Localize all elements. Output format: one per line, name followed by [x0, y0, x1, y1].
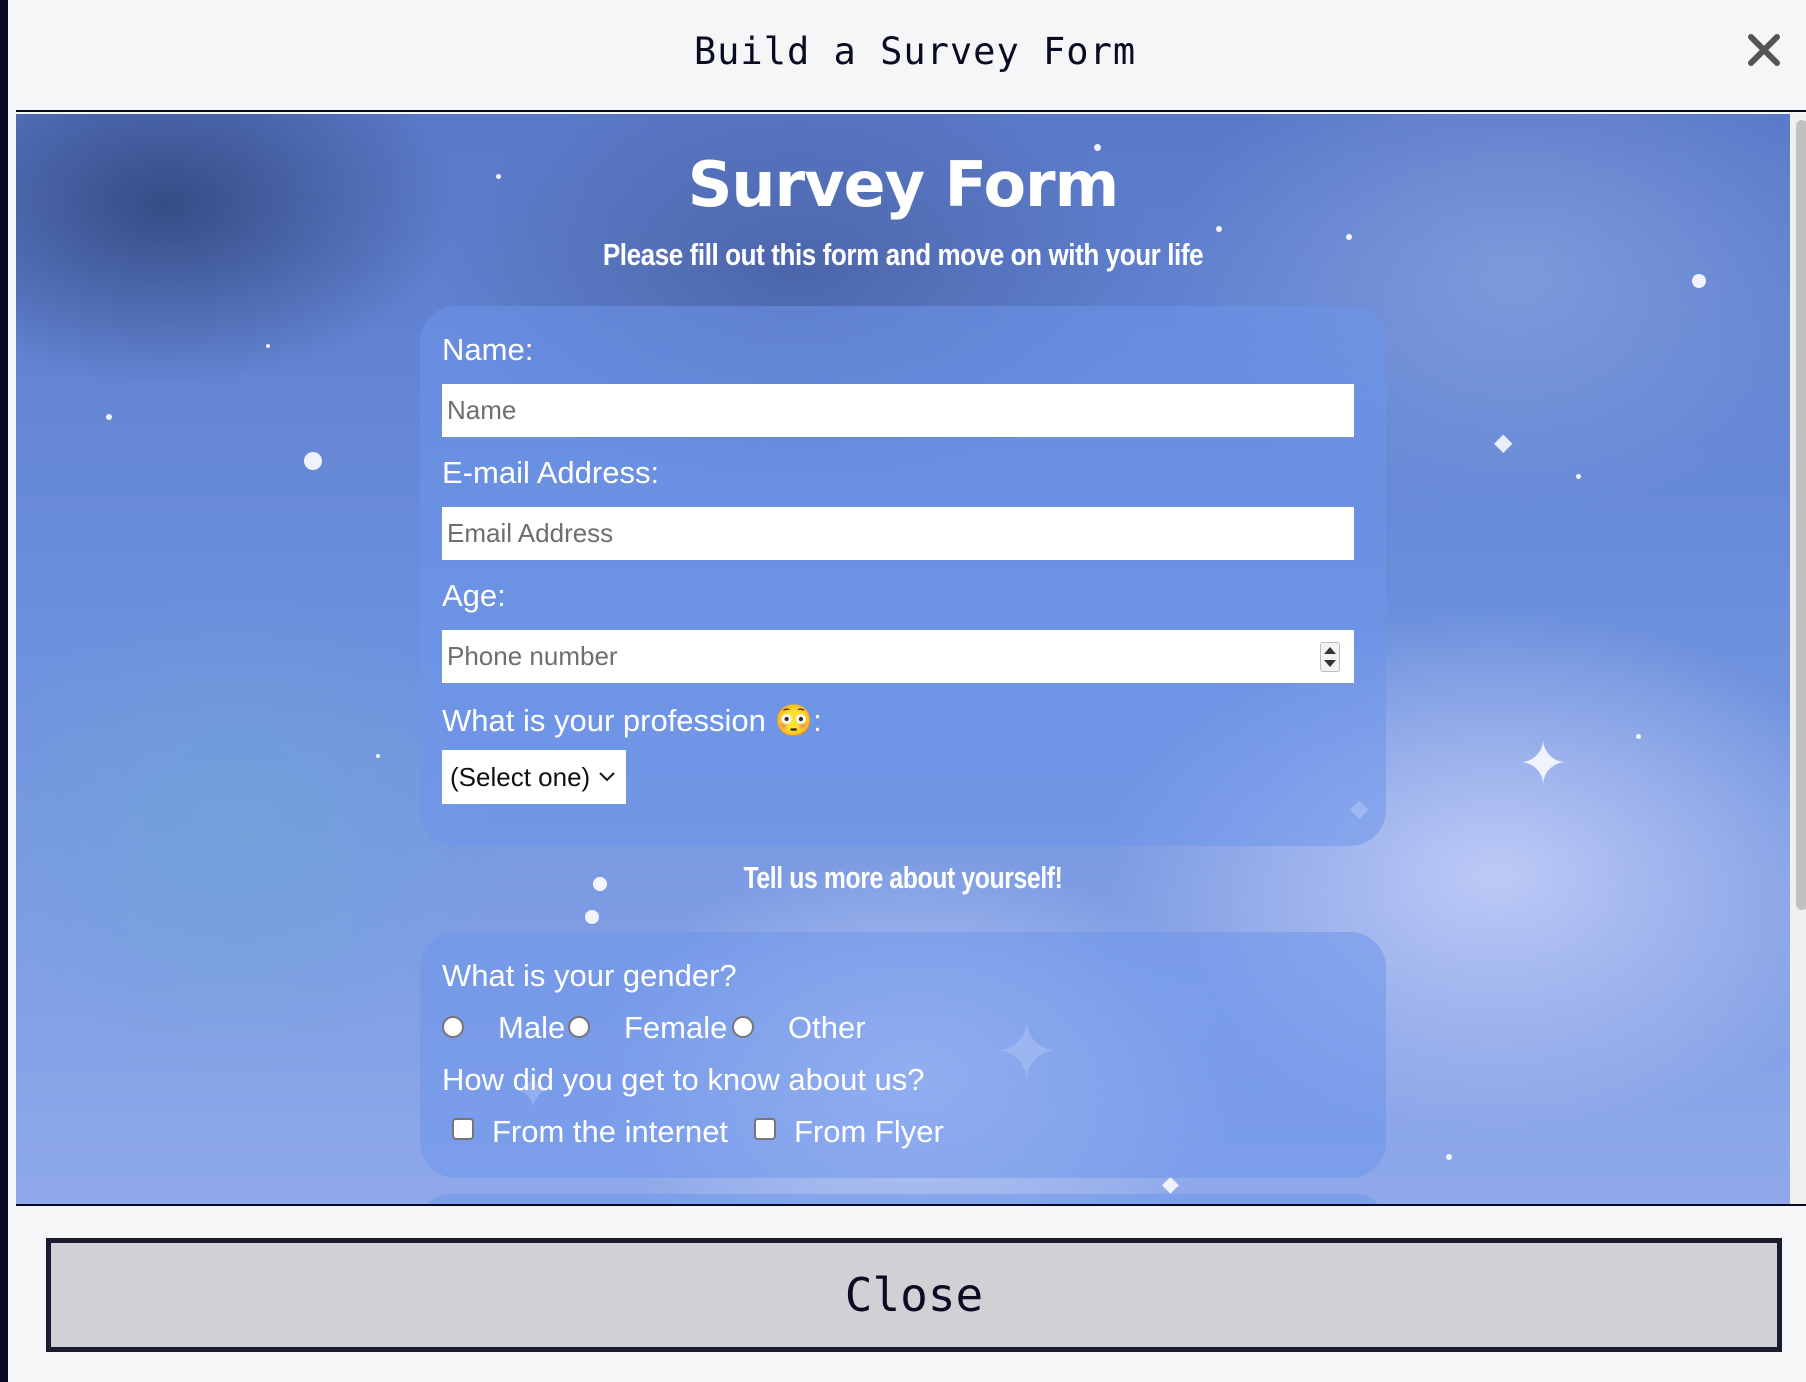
gender-option-label: Other: [788, 1010, 866, 1045]
gender-option-label: Female: [624, 1010, 728, 1045]
page-subtitle: Please fill out this form and move on wi…: [602, 237, 1204, 272]
page-title: Survey Form: [687, 148, 1119, 221]
source-checkbox-flyer[interactable]: [754, 1118, 776, 1140]
close-x-icon[interactable]: [1742, 28, 1786, 72]
age-input[interactable]: [442, 630, 1354, 683]
source-checkbox-internet[interactable]: [452, 1118, 474, 1140]
star-decoration: [376, 754, 380, 758]
section-title: Tell us more about yourself!: [743, 860, 1063, 895]
email-label: E-mail Address:: [442, 455, 660, 490]
preview-scrollbar[interactable]: [1790, 114, 1806, 1204]
star-decoration: [1692, 274, 1706, 288]
preview-frame[interactable]: ✦ ✦ ◆ ◆ ✦ ◆ Survey Form Please fill out …: [16, 114, 1806, 1206]
gender-option-label: Male: [498, 1010, 566, 1045]
sparkle-decoration: ◆: [1494, 428, 1513, 456]
chevron-down-icon: [598, 771, 616, 783]
profession-select-value: (Select one): [450, 761, 591, 792]
age-field: [442, 630, 1354, 683]
profession-label: What is your profession 😳:: [442, 703, 822, 738]
scrollbar-thumb[interactable]: [1796, 120, 1806, 910]
source-option-label: From the internet: [492, 1114, 729, 1149]
spinner-arrows-icon[interactable]: [1320, 642, 1340, 672]
about-panel: What is your gender? Male Female Other H…: [420, 932, 1386, 1178]
next-panel: [420, 1194, 1386, 1204]
survey-modal: Build a Survey Form ✦ ✦ ◆: [0, 0, 1806, 1382]
star-decoration: [585, 910, 599, 924]
source-option-label: From Flyer: [794, 1114, 944, 1149]
name-input[interactable]: [442, 384, 1354, 437]
star-decoration: [266, 344, 270, 348]
star-decoration: [1446, 1154, 1452, 1160]
name-label: Name:: [442, 332, 534, 367]
sparkle-decoration: ✦: [1518, 729, 1569, 799]
gender-radio-male[interactable]: [442, 1016, 464, 1038]
email-input[interactable]: [442, 507, 1354, 560]
star-decoration: [1576, 474, 1581, 479]
age-label: Age:: [442, 578, 506, 613]
modal-header: Build a Survey Form: [16, 0, 1806, 112]
modal-footer: Close: [16, 1208, 1806, 1382]
gender-radio-other[interactable]: [732, 1016, 754, 1038]
star-decoration: [1216, 226, 1222, 232]
close-button[interactable]: Close: [46, 1238, 1782, 1352]
source-question: How did you get to know about us?: [442, 1062, 925, 1097]
gender-question: What is your gender?: [442, 958, 737, 993]
gender-radio-female[interactable]: [568, 1016, 590, 1038]
star-decoration: [1636, 734, 1641, 739]
star-decoration: [106, 414, 112, 420]
profession-select[interactable]: (Select one): [442, 750, 626, 804]
modal-title: Build a Survey Form: [693, 30, 1137, 73]
personal-info-panel: Name: E-mail Address: Age: What is your …: [420, 306, 1386, 846]
star-decoration: [304, 452, 322, 470]
